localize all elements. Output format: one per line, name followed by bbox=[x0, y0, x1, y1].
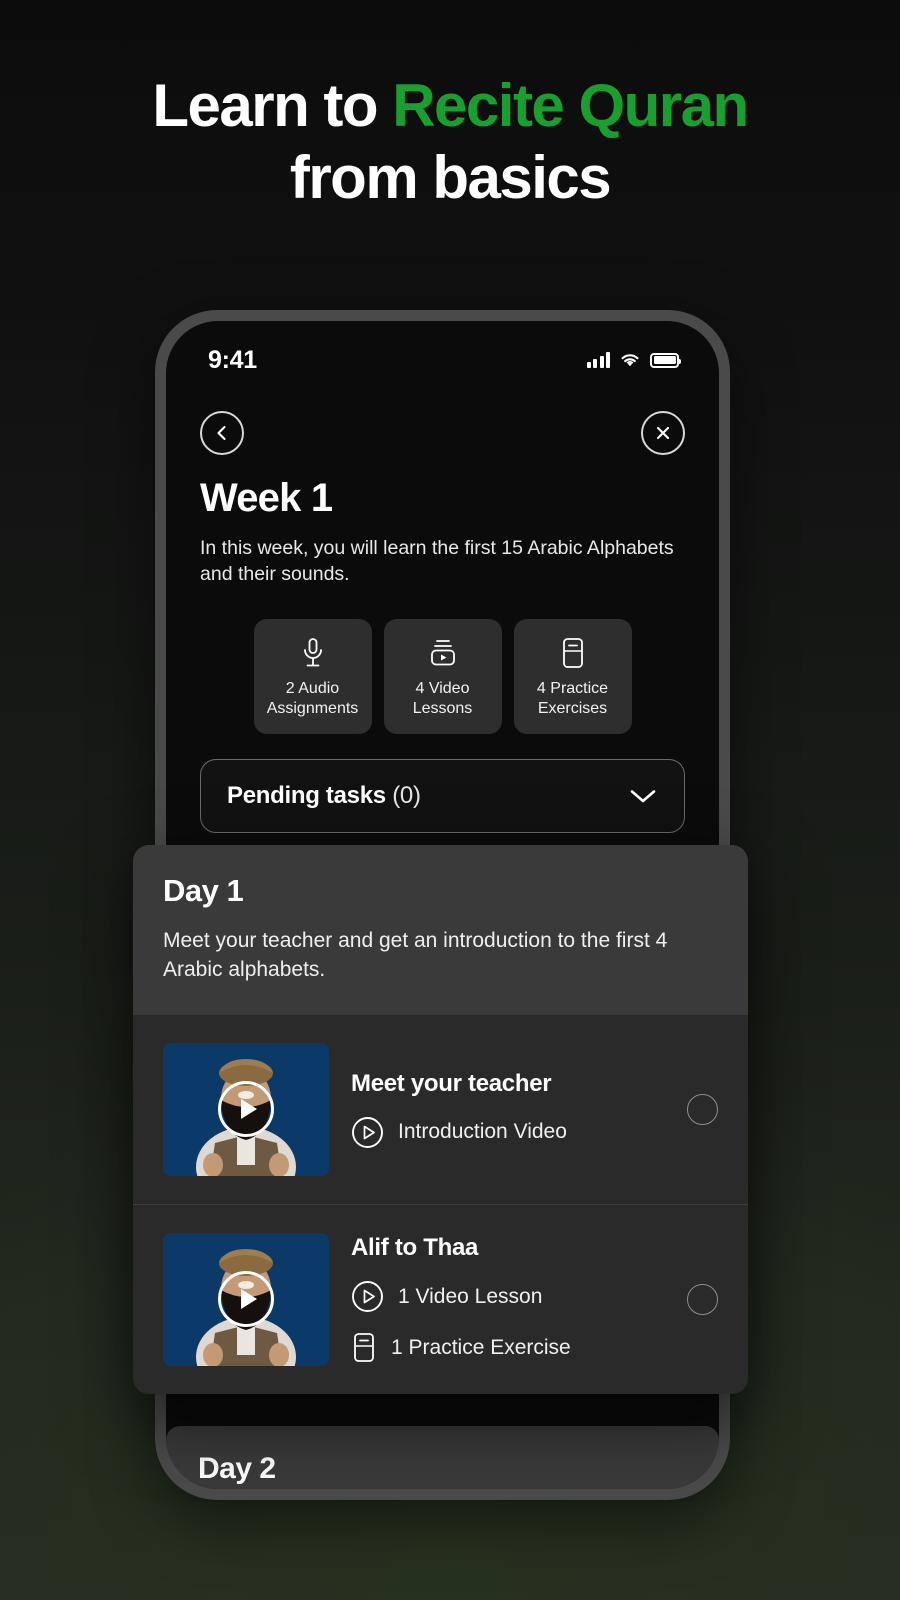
day1-title: Day 1 bbox=[163, 873, 244, 908]
lesson-thumbnail[interactable] bbox=[163, 1042, 329, 1176]
week-title: Week 1 bbox=[200, 476, 333, 520]
pending-tasks-count: (0) bbox=[392, 782, 421, 809]
book-icon bbox=[560, 635, 586, 671]
lesson-meta-label: Introduction Video bbox=[398, 1120, 567, 1144]
chevron-left-icon bbox=[217, 425, 226, 441]
week-description: In this week, you will learn the first 1… bbox=[200, 537, 674, 586]
day2-card[interactable]: Day 2 Learn the next 3 alphabets and pra… bbox=[166, 1426, 719, 1489]
day1-description: Meet your teacher and get an introductio… bbox=[163, 929, 668, 981]
pending-tasks-label: Pending tasks (0) bbox=[227, 782, 421, 810]
video-lesson-icon bbox=[427, 635, 459, 671]
lesson-title: Alif to Thaa bbox=[351, 1234, 479, 1262]
nav-row bbox=[166, 403, 719, 463]
book-icon bbox=[354, 1333, 374, 1363]
microphone-icon bbox=[299, 635, 327, 671]
play-circle-icon bbox=[352, 1281, 383, 1313]
close-icon bbox=[656, 426, 670, 440]
week-stats: 2 Audio Assignments 4 Video Lessons 4 Pr… bbox=[166, 619, 719, 734]
play-button-overlay[interactable] bbox=[218, 1271, 274, 1328]
stat-label: 4 Video Lessons bbox=[412, 679, 473, 717]
stat-card-video-lessons[interactable]: 4 Video Lessons bbox=[383, 619, 502, 734]
lesson-meta-label: 1 Practice Exercise bbox=[391, 1335, 571, 1359]
week-block: Week 1 In this week, you will learn the … bbox=[200, 476, 685, 588]
play-button-overlay[interactable] bbox=[218, 1081, 274, 1138]
back-button[interactable] bbox=[200, 411, 244, 455]
lesson-thumbnail[interactable] bbox=[163, 1232, 329, 1366]
status-icons bbox=[586, 352, 681, 368]
lesson-complete-checkbox[interactable] bbox=[687, 1093, 718, 1125]
battery-icon bbox=[650, 352, 681, 368]
lesson-details: Meet your teacher Introduction Video bbox=[351, 1070, 665, 1149]
lesson-meta: 1 Practice Exercise bbox=[351, 1331, 665, 1364]
play-triangle-icon bbox=[240, 1289, 257, 1310]
chevron-down-icon[interactable] bbox=[628, 787, 658, 805]
stat-label: 4 Practice Exercises bbox=[536, 679, 609, 717]
lesson-title: Meet your teacher bbox=[351, 1069, 552, 1097]
status-bar: 9:41 bbox=[166, 321, 719, 385]
status-time: 9:41 bbox=[208, 345, 257, 374]
pending-tasks-text: Pending tasks bbox=[227, 782, 386, 809]
stat-card-practice-exercises[interactable]: 4 Practice Exercises bbox=[513, 619, 632, 734]
pending-tasks-accordion[interactable]: Pending tasks (0) bbox=[200, 759, 685, 833]
lesson-complete-checkbox[interactable] bbox=[687, 1283, 718, 1315]
day1-lesson-list: Meet your teacher Introduction Video Ali… bbox=[133, 1014, 748, 1394]
lesson-row[interactable]: Alif to Thaa 1 Video Lesson 1 Practice E… bbox=[133, 1203, 748, 1394]
headline-line2: from basics bbox=[289, 144, 612, 211]
day1-overlay-card: Day 1 Meet your teacher and get an intro… bbox=[133, 845, 748, 1394]
page-headline: Learn to Recite Quran from basics bbox=[0, 70, 900, 214]
promo-screen: Learn to Recite Quran from basics 9:41 W… bbox=[0, 0, 900, 1600]
play-triangle-icon bbox=[240, 1099, 257, 1120]
lesson-meta: 1 Video Lesson bbox=[351, 1280, 665, 1313]
lesson-row[interactable]: Meet your teacher Introduction Video bbox=[133, 1015, 748, 1204]
cellular-signal-icon bbox=[586, 352, 610, 368]
stat-label: 2 Audio Assignments bbox=[266, 679, 359, 717]
wifi-icon bbox=[621, 354, 639, 367]
stat-card-audio-assignments[interactable]: 2 Audio Assignments bbox=[253, 619, 372, 734]
lesson-meta-label: 1 Video Lesson bbox=[398, 1284, 543, 1308]
lesson-details: Alif to Thaa 1 Video Lesson 1 Practice E… bbox=[351, 1234, 665, 1364]
play-circle-icon bbox=[352, 1116, 383, 1148]
headline-line1-plain: Learn to bbox=[152, 72, 393, 139]
headline-line1-accent: Recite Quran bbox=[392, 72, 749, 139]
lesson-meta: Introduction Video bbox=[351, 1116, 665, 1149]
day2-title: Day 2 bbox=[198, 1452, 276, 1485]
close-button[interactable] bbox=[641, 411, 685, 455]
day1-header: Day 1 Meet your teacher and get an intro… bbox=[133, 845, 748, 1015]
